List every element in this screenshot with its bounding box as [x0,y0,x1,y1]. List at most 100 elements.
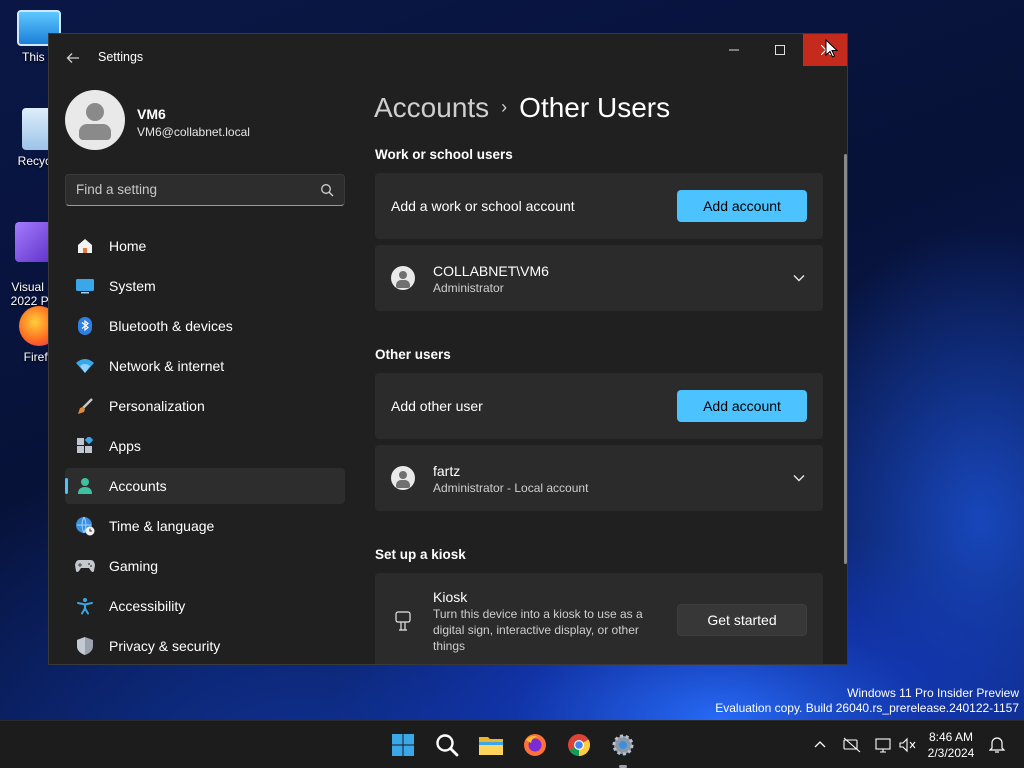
sidebar-item-label: Bluetooth & devices [109,318,233,334]
sidebar-item-time-language[interactable]: Time & language [65,508,345,544]
kiosk-desc-line-2: digital sign, interactive display, or ot… [433,623,639,637]
add-work-account-card: Add a work or school account Add account [375,173,823,239]
sidebar-item-label: Privacy & security [109,638,221,654]
kiosk-get-started-button[interactable]: Get started [677,604,807,636]
sidebar-nav: Home System Bluetooth & devices Network … [65,228,345,664]
profile-name: VM6 [137,106,166,122]
chevron-down-icon[interactable] [791,270,807,286]
sidebar-item-privacy-security[interactable]: Privacy & security [65,628,345,664]
user-role: Administrator [433,281,504,295]
section-title-other: Other users [375,347,451,362]
mouse-cursor-icon [825,39,839,58]
sidebar-item-bluetooth[interactable]: Bluetooth & devices [65,308,345,344]
page-title: Other Users [519,92,671,123]
add-other-user-button[interactable]: Add account [677,390,807,422]
search-icon [436,734,459,757]
notification-button[interactable] [987,735,1007,755]
breadcrumb: Accounts › Other Users [374,92,670,124]
volume-muted-icon [899,737,916,753]
user-role: Administrator - Local account [433,481,589,495]
firefox-icon [524,734,546,756]
tray-volume[interactable] [898,735,918,755]
home-icon [75,236,95,256]
sidebar-item-home[interactable]: Home [65,228,345,264]
file-explorer-icon [479,737,503,755]
globe-clock-icon [75,516,95,536]
sidebar-item-gaming[interactable]: Gaming [65,548,345,584]
start-button[interactable] [387,729,419,761]
sidebar-item-label: Time & language [109,518,215,534]
kiosk-icon [395,611,411,631]
sidebar-item-accessibility[interactable]: Accessibility [65,588,345,624]
clock-date[interactable]: 2/3/2024 [918,746,984,760]
app-title: Settings [98,50,144,64]
taskbar-chrome[interactable] [563,729,595,761]
title-bar[interactable]: Settings [49,34,847,82]
sidebar-item-label: Accessibility [109,598,186,614]
chevron-down-icon[interactable] [791,470,807,486]
accessibility-icon [75,596,95,616]
tray-display[interactable] [874,735,894,755]
sidebar-item-personalization[interactable]: Personalization [65,388,345,424]
monitor-icon [75,276,95,296]
person-icon [75,476,95,496]
sidebar-item-accounts[interactable]: Accounts [65,468,345,504]
display-icon [875,738,891,753]
user-card-collabnet-vm6[interactable]: COLLABNET\VM6 Administrator [375,245,823,311]
user-avatar [391,266,415,290]
maximize-icon [775,45,785,55]
kiosk-title: Kiosk [433,589,468,605]
search-box [65,174,345,206]
sidebar-item-system[interactable]: System [65,268,345,304]
add-work-account-button[interactable]: Add account [677,190,807,222]
profile-email: VM6@collabnet.local [137,125,250,139]
apps-icon [75,436,95,456]
sidebar-item-network[interactable]: Network & internet [65,348,345,384]
wifi-icon [75,356,95,376]
profile-avatar[interactable] [65,90,125,150]
add-other-user-label: Add other user [391,398,483,414]
search-input[interactable] [76,182,306,197]
network-off-icon [843,737,861,753]
add-other-user-card: Add other user Add account [375,373,823,439]
gamepad-icon [75,556,95,576]
breadcrumb-separator-icon: › [501,97,508,117]
sidebar-item-label: Home [109,238,147,254]
chevron-up-icon [814,741,826,748]
user-name: fartz [433,463,461,479]
scrollbar[interactable] [844,154,847,564]
desktop-watermark: Windows 11 Pro Insider Preview Evaluatio… [715,686,1019,716]
section-title-work: Work or school users [375,147,513,162]
settings-icon [612,734,634,756]
tray-overflow-button[interactable] [810,735,830,755]
kiosk-desc-line-1: Turn this device into a kiosk to use as … [433,607,643,621]
maximize-button[interactable] [757,34,803,66]
breadcrumb-parent[interactable]: Accounts [374,92,489,123]
tray-network[interactable] [842,735,862,755]
minimize-button[interactable] [711,34,757,66]
shield-icon [75,636,95,656]
watermark-line-2: Evaluation copy. Build 26040.rs_prerelea… [715,701,1019,715]
sidebar-item-apps[interactable]: Apps [65,428,345,464]
taskbar-settings[interactable] [607,729,639,761]
taskbar: 8:46 AM 2/3/2024 [0,720,1024,768]
taskbar-firefox[interactable] [519,729,551,761]
user-avatar [391,466,415,490]
minimize-icon [729,49,739,51]
chrome-icon [568,734,590,756]
clock-time[interactable]: 8:46 AM [918,730,984,744]
user-card-fartz[interactable]: fartz Administrator - Local account [375,445,823,511]
kiosk-desc-line-3: things [433,639,466,653]
arrow-left-icon [66,53,79,63]
search-icon[interactable] [320,183,334,197]
taskbar-search-button[interactable] [431,729,463,761]
user-name: COLLABNET\VM6 [433,263,549,279]
section-title-kiosk: Set up a kiosk [375,547,466,562]
sidebar-item-label: Personalization [109,398,205,414]
start-icon [392,734,414,756]
sidebar-item-label: Gaming [109,558,159,574]
back-button[interactable] [61,46,85,70]
taskbar-file-explorer[interactable] [475,729,507,761]
kiosk-card: Kiosk Turn this device into a kiosk to u… [375,573,823,664]
settings-window: Settings VM6 VM6@collabnet.local Home Sy… [48,33,848,665]
